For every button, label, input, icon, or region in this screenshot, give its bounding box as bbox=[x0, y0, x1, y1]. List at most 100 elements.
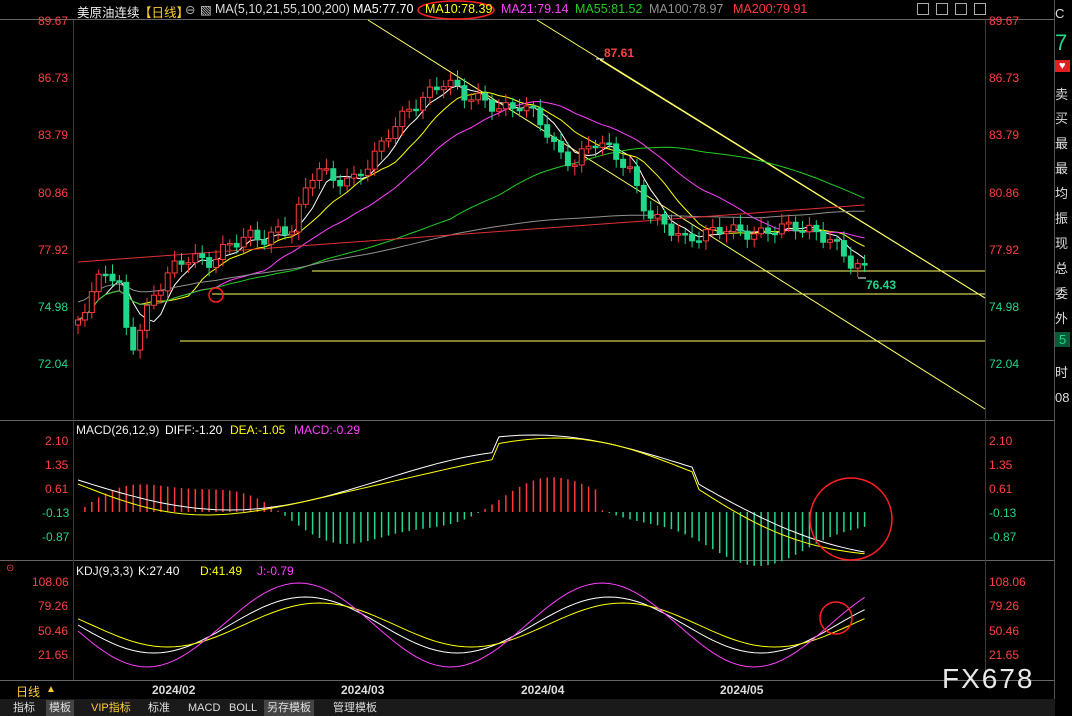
ma5-value: MA5:77.70 bbox=[353, 2, 414, 16]
candle bbox=[95, 269, 102, 301]
price-tick: 89.67 bbox=[989, 14, 1020, 28]
quote-row-label: 卖 bbox=[1055, 87, 1069, 102]
channel-line-lower bbox=[599, 59, 986, 299]
tab-save-template[interactable]: 另存模板 bbox=[264, 700, 314, 716]
candle bbox=[558, 132, 564, 160]
candle bbox=[337, 174, 344, 195]
kdj-k-line bbox=[77, 596, 865, 654]
candle bbox=[137, 323, 144, 359]
candle bbox=[247, 225, 254, 247]
candle bbox=[482, 85, 489, 108]
date-tick: 2024/05 bbox=[720, 683, 764, 697]
candle bbox=[178, 253, 185, 273]
candle bbox=[475, 83, 482, 105]
tab-indicator[interactable]: 指标 bbox=[10, 700, 38, 716]
candle bbox=[316, 162, 323, 190]
candle bbox=[433, 77, 440, 95]
candle bbox=[551, 132, 558, 151]
candle bbox=[654, 206, 661, 226]
candle bbox=[799, 221, 806, 238]
candle bbox=[468, 93, 475, 110]
high-price-label: 87.61 bbox=[604, 46, 635, 60]
candle bbox=[330, 160, 337, 189]
candle bbox=[751, 226, 758, 248]
quote-row-label: 现 bbox=[1055, 236, 1069, 251]
candle bbox=[599, 135, 606, 156]
ma10-line bbox=[77, 91, 865, 321]
price-tick: 86.73 bbox=[38, 71, 69, 85]
quote-symbol: C bbox=[1055, 6, 1065, 21]
candle bbox=[123, 274, 130, 336]
price-tick: 72.04 bbox=[989, 357, 1020, 371]
favorite-icon[interactable]: ♥ bbox=[1055, 60, 1070, 72]
candle bbox=[150, 285, 157, 310]
candle bbox=[302, 177, 309, 209]
watermark-logo: FX678 bbox=[942, 663, 1035, 694]
candle bbox=[275, 218, 282, 240]
candle bbox=[489, 94, 495, 120]
zoom-out-icon[interactable] bbox=[936, 3, 948, 15]
quote-row-label: 外 bbox=[1055, 311, 1069, 326]
candle bbox=[578, 140, 585, 173]
candle bbox=[81, 303, 88, 327]
period-dropdown-icon[interactable]: ▲ bbox=[46, 684, 56, 695]
symbol-title: 美原油连续 bbox=[77, 6, 140, 20]
channel-line-mid bbox=[367, 19, 986, 410]
cross-highlight-circle bbox=[208, 287, 224, 303]
candle bbox=[413, 99, 420, 117]
price-tick: 74.98 bbox=[989, 300, 1020, 314]
candle bbox=[447, 72, 454, 95]
candle bbox=[351, 165, 357, 186]
candle bbox=[696, 231, 702, 249]
quote-row-value: 5 bbox=[1055, 332, 1071, 347]
macd-diff: DIFF:-1.20 bbox=[165, 423, 223, 437]
macd-tick: -0.13 bbox=[989, 506, 1017, 520]
candle bbox=[771, 226, 778, 244]
candle bbox=[778, 213, 785, 239]
candle bbox=[88, 282, 95, 319]
ma21-value: MA21:79.14 bbox=[501, 2, 569, 16]
tab-macd[interactable]: MACD bbox=[185, 700, 223, 716]
tab-boll[interactable]: BOLL bbox=[226, 700, 260, 716]
candle bbox=[537, 98, 544, 132]
candle bbox=[806, 216, 813, 240]
settings-icon[interactable]: ⊖ bbox=[185, 2, 195, 17]
candle bbox=[640, 179, 647, 220]
macd-tick: -0.87 bbox=[989, 530, 1017, 544]
date-tick: 2024/04 bbox=[521, 683, 565, 697]
kdj-highlight-circle bbox=[819, 601, 853, 635]
tab-standard[interactable]: 标准 bbox=[145, 700, 173, 716]
grid-icon[interactable] bbox=[955, 3, 967, 15]
candle bbox=[268, 226, 275, 254]
candle bbox=[682, 229, 689, 244]
tab-manage-template[interactable]: 管理模板 bbox=[330, 700, 380, 716]
candle bbox=[461, 78, 468, 109]
candle bbox=[854, 258, 861, 278]
candle bbox=[392, 117, 399, 145]
quote-row-value: 08 bbox=[1055, 390, 1070, 405]
price-tick: 89.67 bbox=[38, 14, 69, 28]
candle bbox=[288, 225, 295, 244]
candle bbox=[813, 220, 820, 241]
macd-tick: -0.13 bbox=[42, 506, 70, 520]
ma10-value: MA10:78.39 bbox=[425, 2, 493, 16]
price-tick: 83.79 bbox=[989, 128, 1020, 142]
tab-template[interactable]: 模板 bbox=[46, 700, 74, 716]
candle bbox=[627, 156, 633, 173]
price-tick: 77.92 bbox=[989, 243, 1020, 257]
macd-dea: DEA:-1.05 bbox=[230, 423, 286, 437]
candle bbox=[426, 79, 433, 106]
candle bbox=[102, 265, 109, 283]
tab-vip-indicator[interactable]: VIP指标 bbox=[88, 700, 134, 716]
candle bbox=[282, 216, 288, 240]
candle bbox=[157, 283, 164, 304]
period-selector[interactable]: 日线 bbox=[16, 683, 40, 700]
maximize-icon[interactable] bbox=[974, 3, 986, 15]
quote-row-label: 最 bbox=[1055, 161, 1069, 176]
zoom-in-icon[interactable] bbox=[917, 3, 929, 15]
candle bbox=[523, 96, 530, 118]
kdj-options-icon[interactable]: ⊙ bbox=[6, 563, 14, 574]
quote-row-label: 委 bbox=[1055, 286, 1069, 301]
period-label: 【日线】 bbox=[139, 6, 190, 20]
candle bbox=[689, 225, 696, 248]
